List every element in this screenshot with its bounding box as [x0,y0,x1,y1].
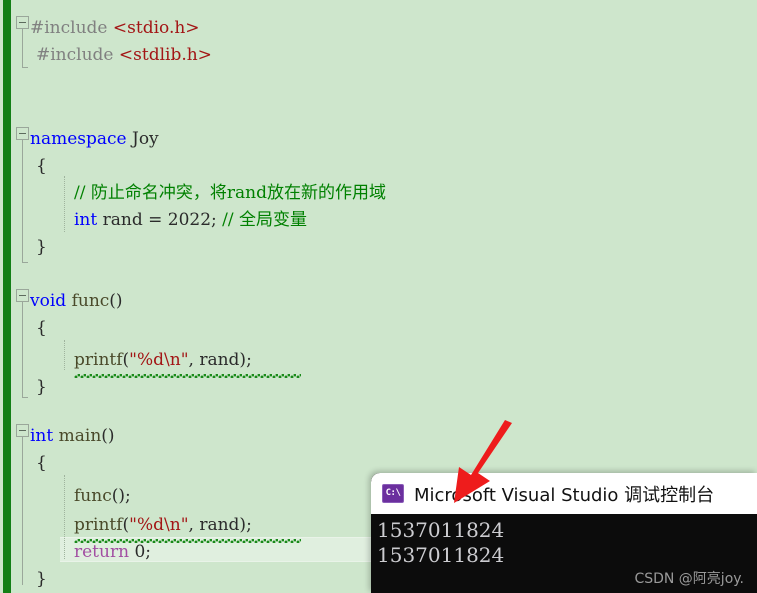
code-line-21: printf("%d\n", rand); [74,515,252,535]
code-line-2: #include <stdlib.h> [36,45,212,65]
console-output-line: 1537011824 [377,543,505,567]
code-line-23: } [36,569,47,589]
console-title-bar[interactable]: C:\ Microsoft Visual Studio 调试控制台 [371,473,757,514]
console-output-line: 1537011824 [377,518,505,542]
code-line-22: return 0; [74,542,151,562]
code-line-13: { [36,318,47,338]
code-line-14: printf("%d\n", rand); [74,350,252,370]
code-line-15: } [36,377,47,397]
code-line-6: { [36,156,47,176]
code-line-7: // 防止命名冲突，将rand放在新的作用域 [74,183,386,203]
code-line-9: } [36,237,47,257]
console-output-area[interactable]: 1537011824 1537011824 CSDN @阿亮joy. [371,514,757,593]
console-window[interactable]: C:\ Microsoft Visual Studio 调试控制台 153701… [371,473,757,593]
code-line-20: func(); [74,486,131,506]
csdn-watermark: CSDN @阿亮joy. [634,571,744,587]
code-line-18: int main() [30,426,115,446]
code-line-1: #include <stdio.h> [30,18,200,38]
console-icon: C:\ [382,484,404,503]
squiggly-underline-func-printf [74,374,301,378]
code-line-8: int rand = 2022; // 全局变量 [74,210,308,230]
code-line-19: { [36,453,47,473]
screenshot-root: #include <stdio.h> #include <stdlib.h> n… [0,0,757,593]
console-title-text: Microsoft Visual Studio 调试控制台 [414,484,715,506]
code-line-5: namespace Joy [30,129,159,149]
code-line-12: void func() [30,291,123,311]
